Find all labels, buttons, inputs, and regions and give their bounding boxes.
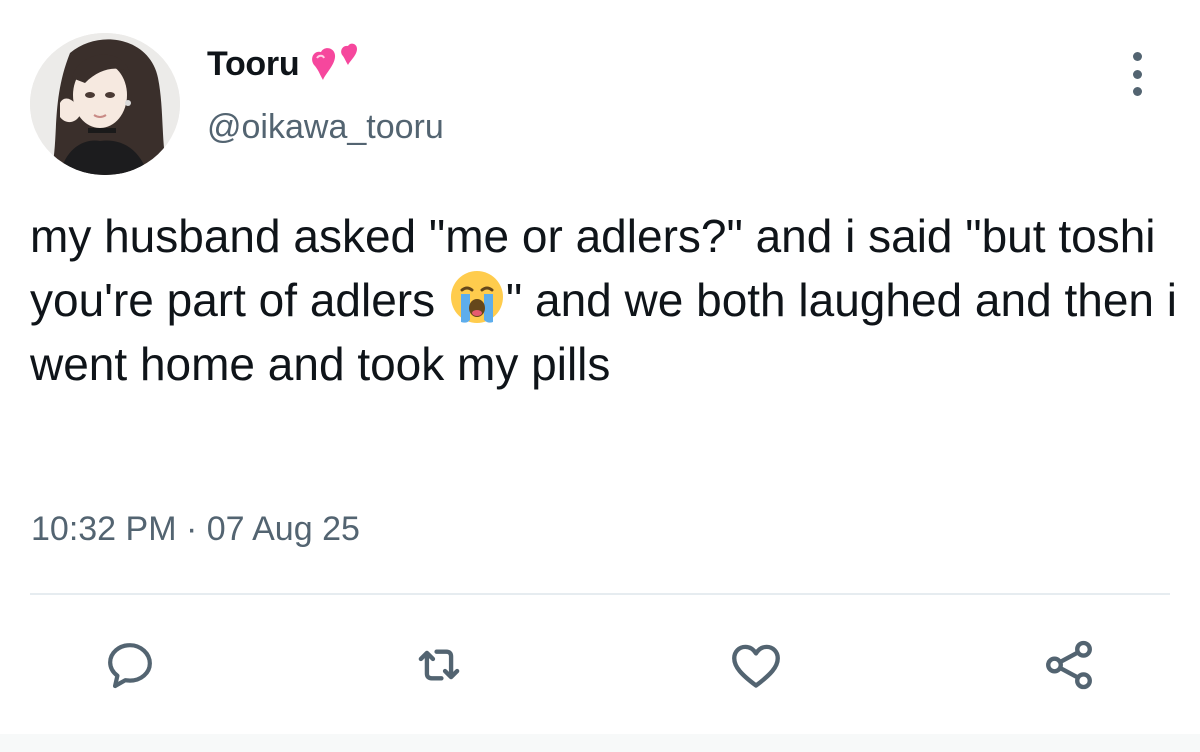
share-icon	[1046, 640, 1092, 690]
user-handle[interactable]: @oikawa_tooru	[207, 108, 444, 147]
tweet-text: my husband asked "me or adlers?" and i s…	[30, 204, 1180, 396]
more-dot	[1132, 87, 1142, 96]
more-dot	[1132, 52, 1142, 61]
more-dot	[1132, 69, 1142, 79]
bottom-separator	[0, 734, 1200, 752]
retweet-button[interactable]	[404, 630, 474, 700]
loudly-crying-face-icon	[450, 271, 503, 323]
display-name[interactable]: Tooru	[207, 45, 300, 84]
divider	[30, 593, 1170, 595]
share-button[interactable]	[1034, 630, 1104, 700]
reply-icon	[108, 643, 152, 689]
avatar[interactable]	[30, 33, 180, 175]
avatar-image	[30, 33, 180, 175]
display-name-row[interactable]: Tooru	[207, 40, 365, 88]
two-hearts-icon	[312, 43, 358, 80]
heart-icon	[732, 644, 780, 688]
tweet-card: Tooru @oikawa_tooru my husband asked "me…	[0, 0, 1200, 752]
tweet-timestamp[interactable]: 10:32 PM · 07 Aug 25	[31, 510, 360, 549]
reply-button[interactable]	[95, 630, 165, 700]
retweet-icon	[418, 649, 460, 681]
more-options-button[interactable]	[1120, 52, 1154, 96]
action-bar	[0, 630, 1200, 700]
like-button[interactable]	[721, 630, 791, 700]
